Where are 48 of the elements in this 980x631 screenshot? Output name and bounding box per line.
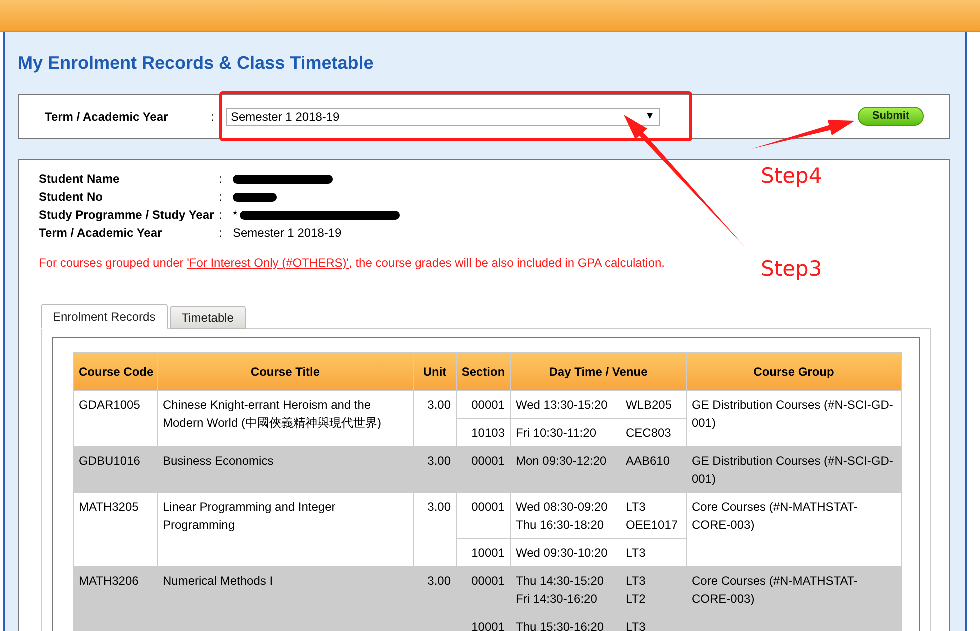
table-cell-text: LT3 bbox=[626, 619, 646, 631]
table-cell-text: Thu 16:30-18:20 bbox=[516, 517, 606, 534]
table-cell-text: Mon 09:30-12:20 bbox=[516, 453, 608, 470]
table-cell-text: Fri 10:30-11:20 bbox=[516, 425, 598, 442]
table-cell-text: Wed 13:30-15:20 bbox=[516, 397, 609, 414]
tab[interactable]: Enrolment Records bbox=[41, 304, 168, 329]
table-cell-text: LT2 bbox=[626, 591, 646, 608]
field-label: Term / Academic Year bbox=[39, 225, 164, 242]
table-cell: Core Courses (#N-MATHSTAT-CORE-003) bbox=[686, 566, 902, 631]
field-label: Study Programme / Study Year bbox=[39, 207, 216, 224]
column-header: Course Group bbox=[686, 352, 902, 390]
page-title: My Enrolment Records & Class Timetable bbox=[18, 52, 375, 75]
separator: : bbox=[219, 171, 224, 188]
notice-link[interactable]: 'For Interest Only (#OTHERS)' bbox=[187, 256, 350, 270]
column-header: Day Time / Venue bbox=[510, 352, 686, 390]
table-cell: MATH3206 bbox=[74, 566, 158, 631]
table-cell-text: AAB610 bbox=[626, 453, 670, 470]
table-cell-text: LT3 bbox=[626, 499, 646, 516]
submit-button[interactable]: Submit bbox=[858, 107, 924, 126]
table-cell-text: Wed 08:30-09:20 bbox=[516, 499, 609, 516]
field-label: Term / Academic Year bbox=[45, 108, 170, 126]
field-value: Semester 1 2018-19 bbox=[233, 225, 342, 242]
table-cell-text: OEE1017 bbox=[626, 517, 678, 534]
column-header: Course Title bbox=[158, 352, 414, 390]
column-header: Course Code bbox=[74, 352, 158, 390]
separator: : bbox=[219, 189, 224, 206]
notice-text: For courses grouped under 'For Interest Only (#OTHERS)', the course grades will be also included in GPA calculation. bbox=[39, 255, 666, 272]
table-cell-text: WLB205 bbox=[626, 397, 672, 414]
table-cell-text: Fri 14:30-16:20 bbox=[516, 591, 598, 608]
tab[interactable]: Timetable bbox=[170, 306, 246, 329]
caret-icon: ▼ bbox=[645, 109, 655, 124]
separator: : bbox=[211, 108, 216, 126]
table-cell-text: CEC803 bbox=[626, 425, 672, 442]
separator: : bbox=[219, 207, 224, 224]
table-cell-text: Thu 14:30-15:20 bbox=[516, 573, 606, 590]
table-cell-text: LT3 bbox=[626, 573, 646, 590]
field-label: Student No bbox=[39, 189, 104, 206]
redaction-mark bbox=[233, 192, 277, 202]
table-cell-text: Wed 09:30-10:20 bbox=[516, 545, 609, 562]
separator: : bbox=[219, 225, 224, 242]
dropdown-value: Semester 1 2018-19 bbox=[231, 108, 340, 126]
table-cell-text: LT3 bbox=[626, 545, 646, 562]
table-cell-text: Thu 15:30-16:20 bbox=[516, 619, 606, 631]
field-value: * bbox=[233, 207, 238, 224]
field-label: Student Name bbox=[39, 171, 121, 188]
annotation-label: Step4 bbox=[761, 164, 822, 188]
annotation-label: Step3 bbox=[761, 257, 822, 281]
term-dropdown[interactable]: Semester 1 2018-19 ▼ bbox=[226, 108, 660, 126]
